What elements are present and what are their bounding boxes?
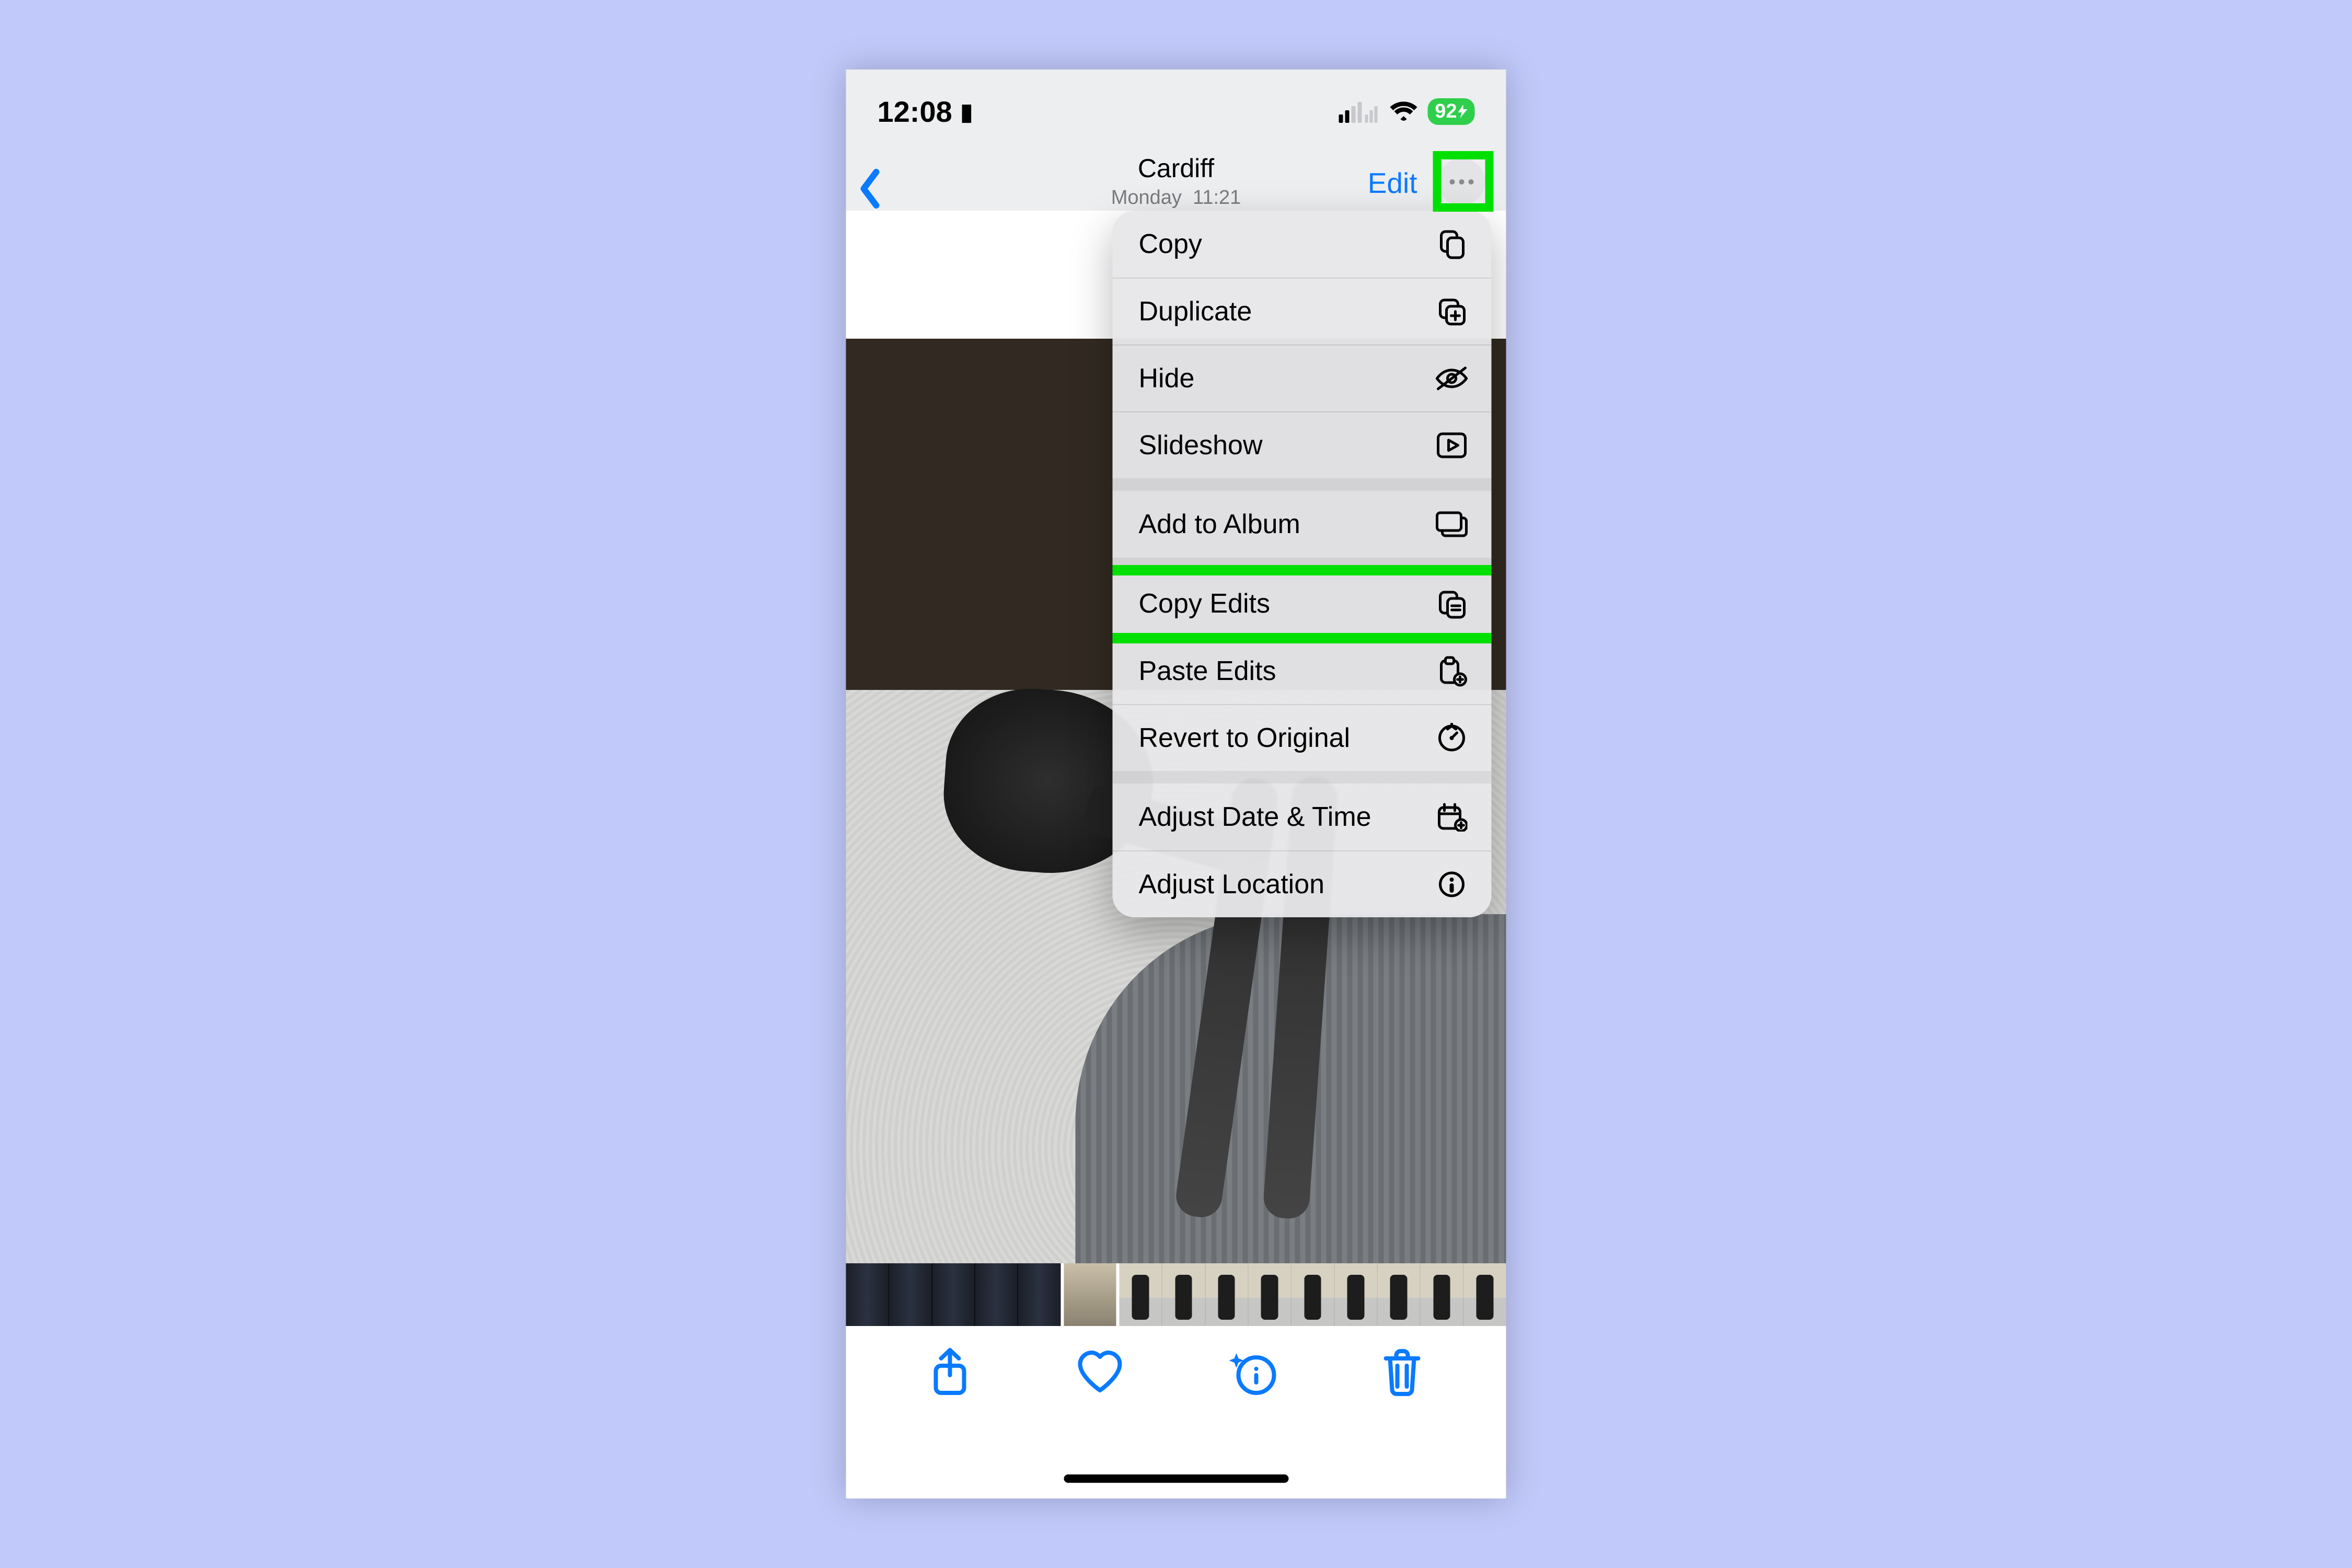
hide-icon bbox=[1435, 366, 1469, 391]
thumbnail-item[interactable] bbox=[1334, 1263, 1377, 1326]
status-right: 92 bbox=[1339, 98, 1474, 125]
revert-to-original-icon bbox=[1435, 723, 1469, 753]
share-icon bbox=[929, 1347, 970, 1397]
favorite-button[interactable] bbox=[1075, 1350, 1125, 1394]
duplicate-icon bbox=[1435, 296, 1469, 327]
copy-icon bbox=[1435, 228, 1469, 260]
menu-separator bbox=[1113, 478, 1492, 491]
add-to-album-icon bbox=[1435, 511, 1469, 538]
menu-item-label: Add to Album bbox=[1139, 509, 1300, 540]
info-button[interactable] bbox=[1229, 1348, 1277, 1396]
iphone-screen: 12:08 ▮ 92 bbox=[846, 70, 1506, 1498]
battery-level-text: 92 bbox=[1435, 100, 1457, 123]
adjust-location-icon bbox=[1435, 870, 1469, 898]
copy-edits-icon bbox=[1435, 588, 1469, 619]
menu-item-label: Slideshow bbox=[1139, 430, 1263, 461]
menu-item-label: Revert to Original bbox=[1139, 722, 1351, 754]
trash-icon bbox=[1382, 1348, 1423, 1396]
menu-item-paste-edits[interactable]: Paste Edits bbox=[1113, 637, 1492, 704]
dual-signal-icon bbox=[1339, 100, 1379, 123]
thumbnail-item-current[interactable] bbox=[1060, 1263, 1119, 1326]
thumbnail-item[interactable] bbox=[1248, 1263, 1290, 1326]
battery-badge: 92 bbox=[1427, 98, 1474, 125]
menu-item-revert-to-original[interactable]: Revert to Original bbox=[1113, 704, 1492, 771]
thumbnail-item[interactable] bbox=[1463, 1263, 1506, 1326]
thumbnail-scrubber[interactable] bbox=[846, 1263, 1506, 1326]
heart-icon bbox=[1075, 1350, 1125, 1394]
menu-item-label: Paste Edits bbox=[1139, 655, 1276, 687]
menu-item-slideshow[interactable]: Slideshow bbox=[1113, 411, 1492, 478]
home-indicator[interactable] bbox=[1064, 1474, 1288, 1483]
info-sparkle-icon bbox=[1229, 1348, 1277, 1396]
paste-edits-icon bbox=[1435, 655, 1469, 687]
thumbnail-item[interactable] bbox=[1377, 1263, 1420, 1326]
nav-subtitle-time: 11:21 bbox=[1193, 187, 1241, 209]
menu-item-copy-edits[interactable]: Copy Edits bbox=[1113, 570, 1492, 637]
share-button[interactable] bbox=[929, 1347, 970, 1397]
nav-subtitle-day: Monday bbox=[1111, 187, 1182, 209]
thumbnail-item[interactable] bbox=[931, 1263, 974, 1326]
adjust-date-time-icon bbox=[1435, 802, 1469, 832]
bottom-toolbar bbox=[846, 1326, 1506, 1498]
thumbnail-item[interactable] bbox=[1162, 1263, 1205, 1326]
thumbnail-item[interactable] bbox=[846, 1263, 889, 1326]
menu-item-label: Copy bbox=[1139, 228, 1202, 260]
focus-indicator-icon: ▮ bbox=[960, 99, 973, 125]
menu-item-label: Adjust Location bbox=[1139, 869, 1325, 900]
thumbnail-item[interactable] bbox=[889, 1263, 931, 1326]
more-actions-button[interactable] bbox=[1438, 158, 1485, 205]
thumbnail-item[interactable] bbox=[1119, 1263, 1161, 1326]
menu-item-label: Copy Edits bbox=[1139, 588, 1270, 619]
charging-bolt-icon bbox=[1458, 105, 1468, 118]
thumbnail-item[interactable] bbox=[1420, 1263, 1463, 1326]
menu-item-label: Hide bbox=[1139, 363, 1195, 394]
thumbnail-item[interactable] bbox=[975, 1263, 1018, 1326]
status-time-text: 12:08 bbox=[878, 95, 952, 128]
thumbnail-item[interactable] bbox=[1018, 1263, 1060, 1326]
ellipsis-icon bbox=[1459, 179, 1465, 185]
menu-item-duplicate[interactable]: Duplicate bbox=[1113, 278, 1492, 344]
menu-item-add-to-album[interactable]: Add to Album bbox=[1113, 491, 1492, 558]
menu-item-copy[interactable]: Copy bbox=[1113, 211, 1492, 278]
delete-button[interactable] bbox=[1382, 1348, 1423, 1396]
menu-item-label: Adjust Date & Time bbox=[1139, 801, 1371, 833]
menu-item-adjust-location[interactable]: Adjust Location bbox=[1113, 850, 1492, 917]
more-actions-menu: Copy Duplicate Hide Slideshow Add to Album Co… bbox=[1113, 211, 1492, 917]
thumbnail-item[interactable] bbox=[1205, 1263, 1248, 1326]
edit-button[interactable]: Edit bbox=[1368, 166, 1417, 200]
menu-separator bbox=[1113, 558, 1492, 570]
wifi-icon bbox=[1389, 100, 1418, 123]
menu-item-hide[interactable]: Hide bbox=[1113, 344, 1492, 411]
status-bar: 12:08 ▮ 92 bbox=[846, 70, 1506, 137]
menu-separator bbox=[1113, 771, 1492, 783]
status-time: 12:08 ▮ bbox=[878, 95, 973, 129]
screenshot-frame: 12:08 ▮ 92 bbox=[846, 70, 1506, 1498]
slideshow-icon bbox=[1435, 432, 1469, 459]
menu-item-label: Duplicate bbox=[1139, 296, 1252, 327]
thumbnail-item[interactable] bbox=[1291, 1263, 1334, 1326]
menu-item-adjust-date-time[interactable]: Adjust Date & Time bbox=[1113, 783, 1492, 850]
